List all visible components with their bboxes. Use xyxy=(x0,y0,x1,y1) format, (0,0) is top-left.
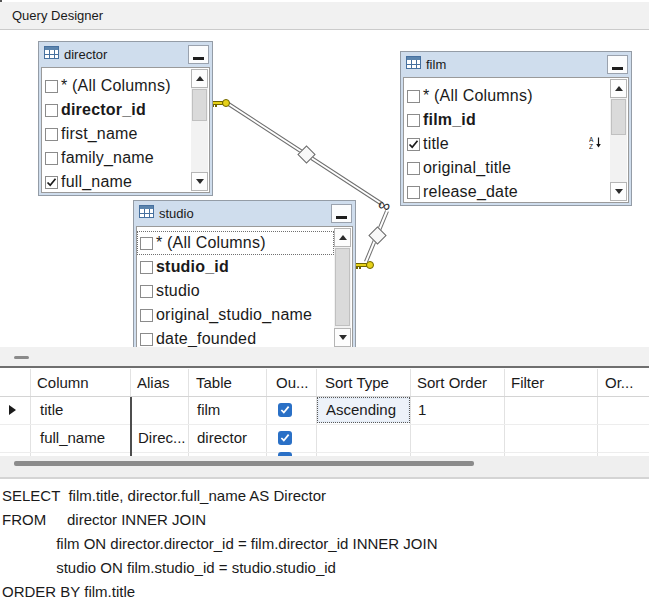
criteria-grid: Column Alias Table Ou... Sort Type Sort … xyxy=(0,369,649,456)
table-column-list: * (All Columns) studio_id studio origina… xyxy=(136,226,353,349)
output-checkbox-checked[interactable] xyxy=(278,431,292,445)
key-icon xyxy=(211,97,230,109)
scrollbar-thumb[interactable] xyxy=(192,89,207,121)
grid-header-output[interactable]: Ou... xyxy=(276,369,309,396)
checkbox-unchecked[interactable] xyxy=(407,90,420,103)
table-window-header-studio[interactable]: studio xyxy=(134,201,355,225)
svg-text:Z: Z xyxy=(589,143,593,149)
sql-line: film ON director.director_id = film.dire… xyxy=(2,532,649,556)
horizontal-scrollbar[interactable] xyxy=(0,456,649,479)
scroll-up-button[interactable] xyxy=(334,228,351,247)
checkbox-unchecked[interactable] xyxy=(45,104,58,117)
checkbox-unchecked[interactable] xyxy=(45,152,58,165)
record-selector-arrow[interactable] xyxy=(9,405,16,415)
vertical-scrollbar[interactable] xyxy=(191,69,208,191)
scroll-up-button[interactable] xyxy=(610,79,627,98)
sql-line: ORDER BY film.title xyxy=(2,580,649,603)
grid-cell-column[interactable]: full_name xyxy=(40,424,105,452)
sort-ascending-icon: AZ xyxy=(589,135,602,153)
vertical-scrollbar[interactable] xyxy=(610,79,627,201)
table-window-header-film[interactable]: film xyxy=(401,52,631,76)
table-icon xyxy=(139,205,154,221)
table-column-list: * (All Columns) film_id title AZ origina… xyxy=(403,77,629,203)
checkbox-unchecked[interactable] xyxy=(140,333,153,346)
grid-header-filter[interactable]: Filter xyxy=(511,369,544,396)
column-row[interactable]: original_title xyxy=(404,156,610,180)
checkbox-unchecked[interactable] xyxy=(140,261,153,274)
checkbox-unchecked[interactable] xyxy=(140,285,153,298)
minimize-button[interactable] xyxy=(188,45,209,64)
column-row[interactable]: first_name xyxy=(42,122,191,146)
scrollbar-thumb[interactable] xyxy=(335,248,350,326)
vertical-scrollbar[interactable] xyxy=(334,228,351,347)
page-title: Query Designer xyxy=(12,8,103,23)
query-designer-window: Query Designer ∞ director * (All Columns… xyxy=(0,0,649,603)
grid-header-or[interactable]: Or... xyxy=(605,369,633,396)
column-row[interactable]: original_studio_name xyxy=(137,303,334,327)
column-row[interactable]: studio_id xyxy=(137,255,334,279)
grid-cell-alias[interactable]: Direc... xyxy=(138,424,186,452)
grid-cell-table[interactable]: film xyxy=(197,396,220,424)
column-row[interactable]: title AZ xyxy=(404,132,610,156)
column-divider[interactable] xyxy=(130,397,132,456)
checkbox-checked[interactable] xyxy=(45,176,58,189)
checkbox-unchecked[interactable] xyxy=(407,162,420,175)
table-window-director[interactable]: director * (All Columns) director_id fir… xyxy=(38,41,213,196)
column-row[interactable]: release_date xyxy=(404,180,610,203)
sql-line: SELECT film.title, director.full_name AS… xyxy=(2,484,649,508)
scroll-down-button[interactable] xyxy=(334,328,351,347)
table-window-studio[interactable]: studio * (All Columns) studio_id studio … xyxy=(133,200,356,352)
grid-cell-sort-type[interactable]: Ascending xyxy=(317,397,410,423)
column-row[interactable]: full_name xyxy=(42,170,191,193)
column-row[interactable]: * (All Columns) xyxy=(42,74,191,98)
column-row[interactable]: date_founded xyxy=(137,327,334,349)
column-row[interactable]: film_id xyxy=(404,108,610,132)
sql-pane[interactable]: SELECT film.title, director.full_name AS… xyxy=(0,481,649,603)
table-title: director xyxy=(64,47,107,62)
grid-header-sort-type[interactable]: Sort Type xyxy=(325,369,389,396)
output-checkbox-checked[interactable] xyxy=(278,403,292,417)
splitter-handle[interactable] xyxy=(14,356,29,359)
checkbox-checked[interactable] xyxy=(407,138,420,151)
grid-cell-column[interactable]: title xyxy=(40,396,63,424)
column-row[interactable]: director_id xyxy=(42,98,191,122)
table-window-film[interactable]: film * (All Columns) film_id title AZ or… xyxy=(400,51,632,206)
hscrollbar-thumb[interactable] xyxy=(14,461,474,466)
table-window-header-director[interactable]: director xyxy=(39,42,212,66)
minimize-button[interactable] xyxy=(331,204,352,223)
table-title: film xyxy=(426,57,446,72)
checkbox-unchecked[interactable] xyxy=(407,114,420,127)
column-row[interactable]: * (All Columns) xyxy=(404,84,610,108)
checkbox-unchecked[interactable] xyxy=(407,186,420,199)
grid-header-column[interactable]: Column xyxy=(37,369,89,396)
minimize-button[interactable] xyxy=(607,55,628,74)
grid-cell-table[interactable]: director xyxy=(197,424,247,452)
grid-header-sort-order[interactable]: Sort Order xyxy=(417,369,487,396)
column-row[interactable]: studio xyxy=(137,279,334,303)
checkbox-unchecked[interactable] xyxy=(45,128,58,141)
sql-line: FROM director INNER JOIN xyxy=(2,508,649,532)
table-icon xyxy=(44,46,59,62)
grid-header-table[interactable]: Table xyxy=(196,369,232,396)
grid-header-alias[interactable]: Alias xyxy=(137,369,170,396)
column-row[interactable]: * (All Columns) xyxy=(137,231,334,255)
title-bar: Query Designer xyxy=(0,2,649,30)
key-icon xyxy=(355,259,374,271)
scrollbar-thumb[interactable] xyxy=(611,99,626,135)
table-title: studio xyxy=(159,206,194,221)
column-row[interactable]: family_name xyxy=(42,146,191,170)
table-column-list: * (All Columns) director_id first_name f… xyxy=(41,67,210,193)
scroll-down-button[interactable] xyxy=(191,172,208,191)
checkbox-unchecked[interactable] xyxy=(140,309,153,322)
grid-cell-sort-order[interactable]: 1 xyxy=(418,396,426,424)
scroll-down-button[interactable] xyxy=(610,182,627,201)
svg-text:A: A xyxy=(589,136,594,143)
scroll-up-button[interactable] xyxy=(191,69,208,88)
table-icon xyxy=(406,56,421,72)
checkbox-unchecked[interactable] xyxy=(45,80,58,93)
sql-line: studio ON film.studio_id = studio.studio… xyxy=(2,556,649,580)
pane-splitter[interactable] xyxy=(0,347,649,368)
checkbox-unchecked[interactable] xyxy=(140,237,153,250)
